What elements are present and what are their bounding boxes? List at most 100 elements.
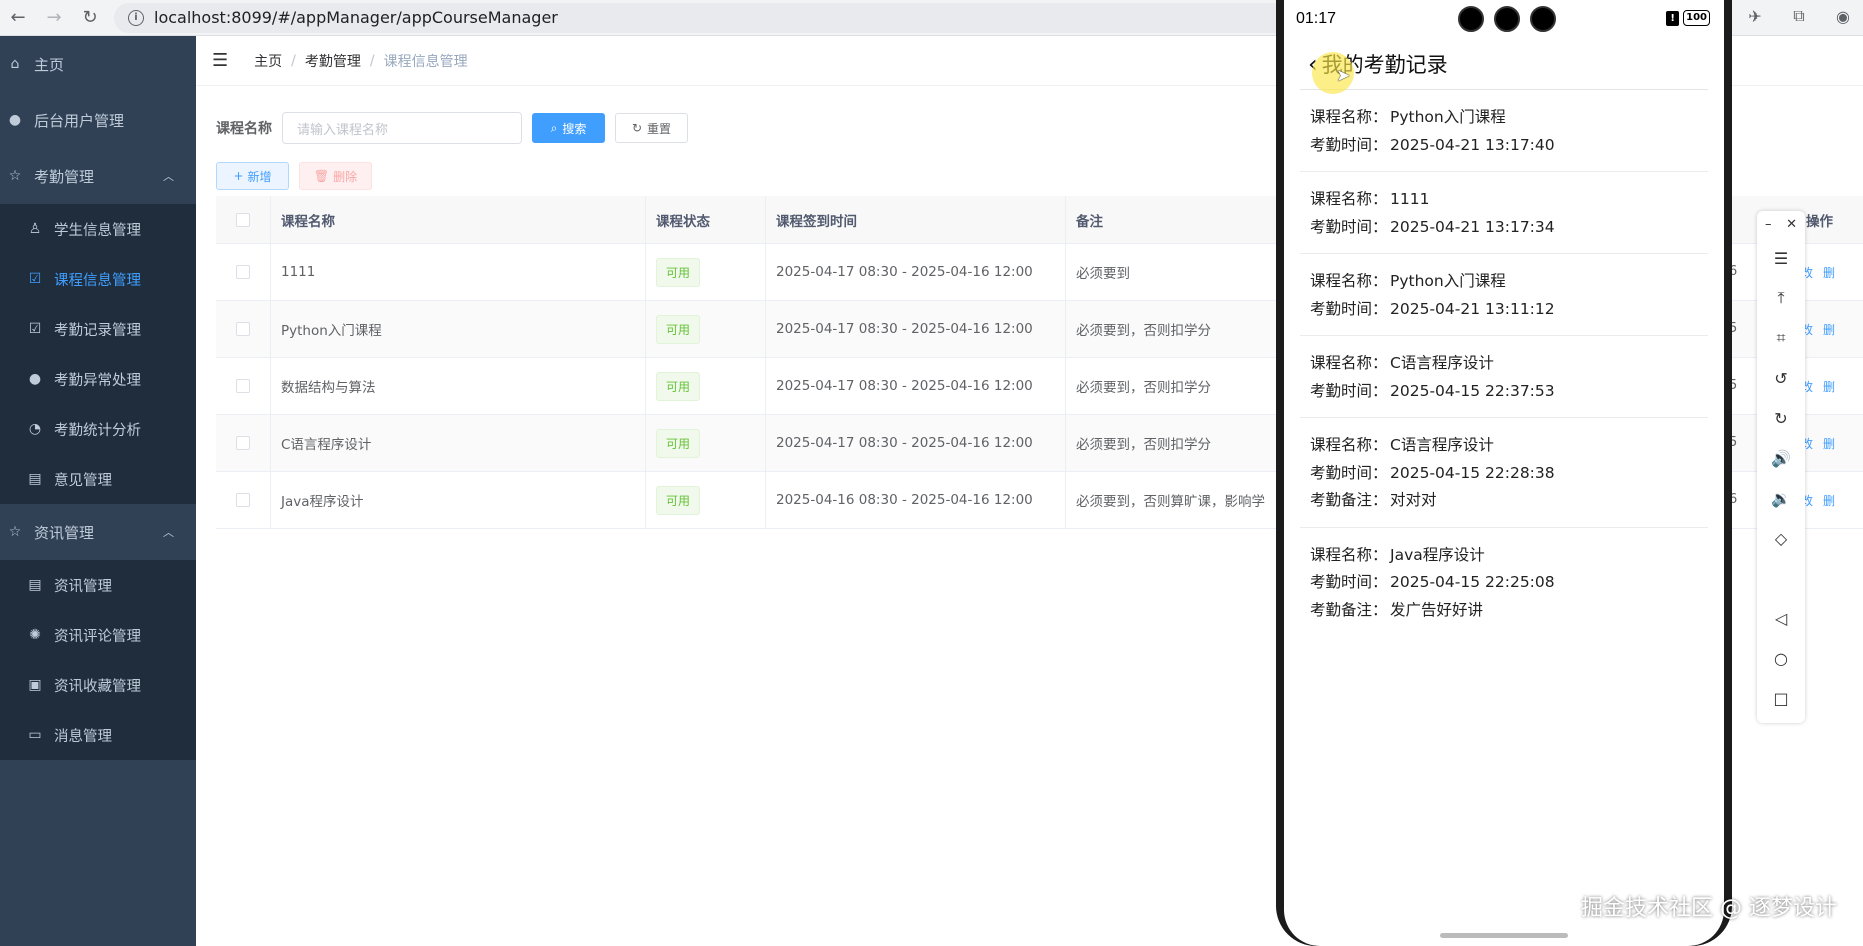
course-name-input[interactable]: 请输入课程名称 <box>282 112 522 144</box>
row-check-cell <box>216 415 271 471</box>
close-icon[interactable]: ✕ <box>1786 217 1797 232</box>
delete-link[interactable]: 删 <box>1823 492 1835 509</box>
crop-icon[interactable]: ⌗ <box>1757 318 1805 358</box>
breadcrumb-section[interactable]: 考勤管理 <box>305 51 361 71</box>
site-info-icon[interactable]: i <box>128 9 144 26</box>
star-icon: ☆ <box>8 168 22 184</box>
sidebar-item-students[interactable]: ♙ 学生信息管理 <box>0 204 196 254</box>
extension-icon[interactable]: ✈ <box>1745 6 1765 26</box>
sidebar-item-admin-users[interactable]: ● 后台用户管理 <box>0 92 196 148</box>
attendance-record[interactable]: 课程名称： 1111 考勤时间： 2025-04-21 13:17:34 <box>1300 172 1708 254</box>
breadcrumb-home[interactable]: 主页 <box>254 51 282 71</box>
status-badge: 可用 <box>656 314 701 344</box>
course-key: 课程名称： <box>1310 190 1388 208</box>
sidebar-item-label: 后台用户管理 <box>34 111 125 130</box>
pin-top-icon[interactable]: ⤒ <box>1757 278 1805 318</box>
nav-recent-icon[interactable]: □ <box>1757 678 1805 718</box>
mouse-cursor-icon: ➤ <box>1336 66 1351 86</box>
cell-time: 2025-04-17 08:30 - 2025-04-16 12:00 <box>766 301 1066 357</box>
delete-link[interactable]: 删 <box>1823 321 1835 338</box>
row-checkbox[interactable] <box>236 493 250 507</box>
record-time: 2025-04-21 13:17:34 <box>1390 217 1555 236</box>
volume-down-icon[interactable]: 🔉 <box>1757 478 1805 518</box>
attendance-submenu: ♙ 学生信息管理 ☑ 课程信息管理 ☑ 考勤记录管理 ● 考勤异常处理 ◔ 考勤… <box>0 204 196 504</box>
alert-icon: ! <box>1666 10 1680 26</box>
nav-home-icon[interactable]: ○ <box>1757 638 1805 678</box>
row-checkbox[interactable] <box>236 379 250 393</box>
user-icon: ● <box>8 112 22 128</box>
minimize-icon[interactable]: – <box>1765 217 1772 232</box>
cell-status: 可用 <box>646 244 766 300</box>
attendance-record[interactable]: 课程名称： Python入门课程 考勤时间： 2025-04-21 13:17:40 <box>1300 90 1708 172</box>
sidebar-item-home[interactable]: ⌂ 主页 <box>0 36 196 92</box>
sidebar-item-news-comments[interactable]: ✺ 资讯评论管理 <box>0 610 196 660</box>
delete-link[interactable]: 删 <box>1823 264 1835 281</box>
home-indicator[interactable] <box>1440 933 1568 938</box>
note-key: 考勤备注： <box>1310 600 1388 619</box>
row-ops: 改删 <box>1801 264 1835 281</box>
delete-link[interactable]: 删 <box>1823 378 1835 395</box>
clipboard-check-icon: ☑ <box>28 271 42 287</box>
profile-icon[interactable]: ◉ <box>1833 6 1853 26</box>
phone-header: ‹ 我的考勤记录 ➤ <box>1300 38 1708 94</box>
sidebar-item-attendance-exceptions[interactable]: ● 考勤异常处理 <box>0 354 196 404</box>
sidebar-item-news-manage[interactable]: ▤ 资讯管理 <box>0 560 196 610</box>
course-key: 课程名称： <box>1310 545 1388 564</box>
select-all-checkbox[interactable] <box>236 212 250 227</box>
search-button[interactable]: ⌕ 搜索 <box>532 113 605 143</box>
volume-up-icon[interactable]: 🔊 <box>1757 438 1805 478</box>
sidebar-item-messages[interactable]: ▭ 消息管理 <box>0 710 196 760</box>
reset-button[interactable]: ↻ 重置 <box>615 113 688 143</box>
row-checkbox[interactable] <box>236 265 250 279</box>
cell-status: 可用 <box>646 358 766 414</box>
attendance-record[interactable]: 课程名称： C语言程序设计 考勤时间： 2025-04-15 22:37:53 <box>1300 336 1708 418</box>
record-note: 对对对 <box>1390 491 1437 509</box>
add-button[interactable]: + 新增 <box>216 162 289 190</box>
row-checkbox[interactable] <box>236 322 250 336</box>
reload-icon[interactable]: ↻ <box>72 0 108 36</box>
rotate-left-icon[interactable]: ↺ <box>1757 358 1805 398</box>
cell-status: 可用 <box>646 472 766 528</box>
row-ops: 改删 <box>1801 378 1835 395</box>
sidebar-item-attendance-stats[interactable]: ◔ 考勤统计分析 <box>0 404 196 454</box>
puzzle-icon[interactable]: ⧉ <box>1789 6 1809 26</box>
pie-chart-icon: ◔ <box>28 421 42 437</box>
sidebar-item-attendance[interactable]: ☆ 考勤管理 ︿ <box>0 148 196 204</box>
forward-arrow-icon[interactable]: → <box>36 0 72 36</box>
sidebar-item-news[interactable]: ☆ 资讯管理 ︿ <box>0 504 196 560</box>
sidebar-item-feedback[interactable]: ▤ 意见管理 <box>0 454 196 504</box>
row-ops: 改删 <box>1801 492 1835 509</box>
phone-screen: 01:17 ! 100 ‹ 我的考勤记录 ➤ 课程名称： Python入门课程 考… <box>1284 0 1724 946</box>
menu-toggle-icon[interactable]: ☰ <box>212 50 228 71</box>
course-key: 课程名称： <box>1310 354 1388 372</box>
row-checkbox[interactable] <box>236 436 250 450</box>
sidebar-item-news-favorites[interactable]: ▣ 资讯收藏管理 <box>0 660 196 710</box>
header-ops: 操作 <box>1806 214 1833 230</box>
message-icon: ▭ <box>28 727 42 743</box>
sidebar-item-label: 资讯管理 <box>34 523 95 542</box>
delete-button-label: 删除 <box>333 169 358 184</box>
nav-back-icon[interactable]: ◁ <box>1757 598 1805 638</box>
sidebar-item-label: 意见管理 <box>54 472 112 489</box>
rotate-right-icon[interactable]: ↻ <box>1757 398 1805 438</box>
chevron-up-icon: ︿ <box>163 170 174 183</box>
eraser-icon[interactable]: ◇ <box>1757 518 1805 558</box>
sidebar-item-label: 消息管理 <box>54 728 112 745</box>
sidebar-item-courses[interactable]: ☑ 课程信息管理 <box>0 254 196 304</box>
sidebar-item-attendance-records[interactable]: ☑ 考勤记录管理 <box>0 304 196 354</box>
attendance-record[interactable]: 课程名称： C语言程序设计 考勤时间： 2025-04-15 22:28:38 考勤… <box>1300 418 1708 528</box>
address-bar[interactable]: i localhost:8099/#/appManager/appCourseM… <box>114 2 1394 33</box>
menu-icon[interactable]: ☰ <box>1757 238 1805 278</box>
clipboard-check-icon: ☑ <box>28 321 42 337</box>
delete-button[interactable]: 🗑 删除 <box>299 162 372 190</box>
attendance-record[interactable]: 课程名称： Java程序设计 考勤时间： 2025-04-15 22:25:08 考… <box>1300 528 1708 637</box>
back-arrow-icon[interactable]: ← <box>0 0 36 36</box>
news-submenu: ▤ 资讯管理 ✺ 资讯评论管理 ▣ 资讯收藏管理 ▭ 消息管理 <box>0 560 196 760</box>
delete-link[interactable]: 删 <box>1823 435 1835 452</box>
clipboard-icon: ▤ <box>28 471 42 487</box>
attendance-record[interactable]: 课程名称： Python入门课程 考勤时间： 2025-04-21 13:11:12 <box>1300 254 1708 336</box>
star-icon: ☆ <box>8 524 22 540</box>
course-key: 课程名称： <box>1310 272 1388 290</box>
plus-icon: + <box>233 169 244 183</box>
